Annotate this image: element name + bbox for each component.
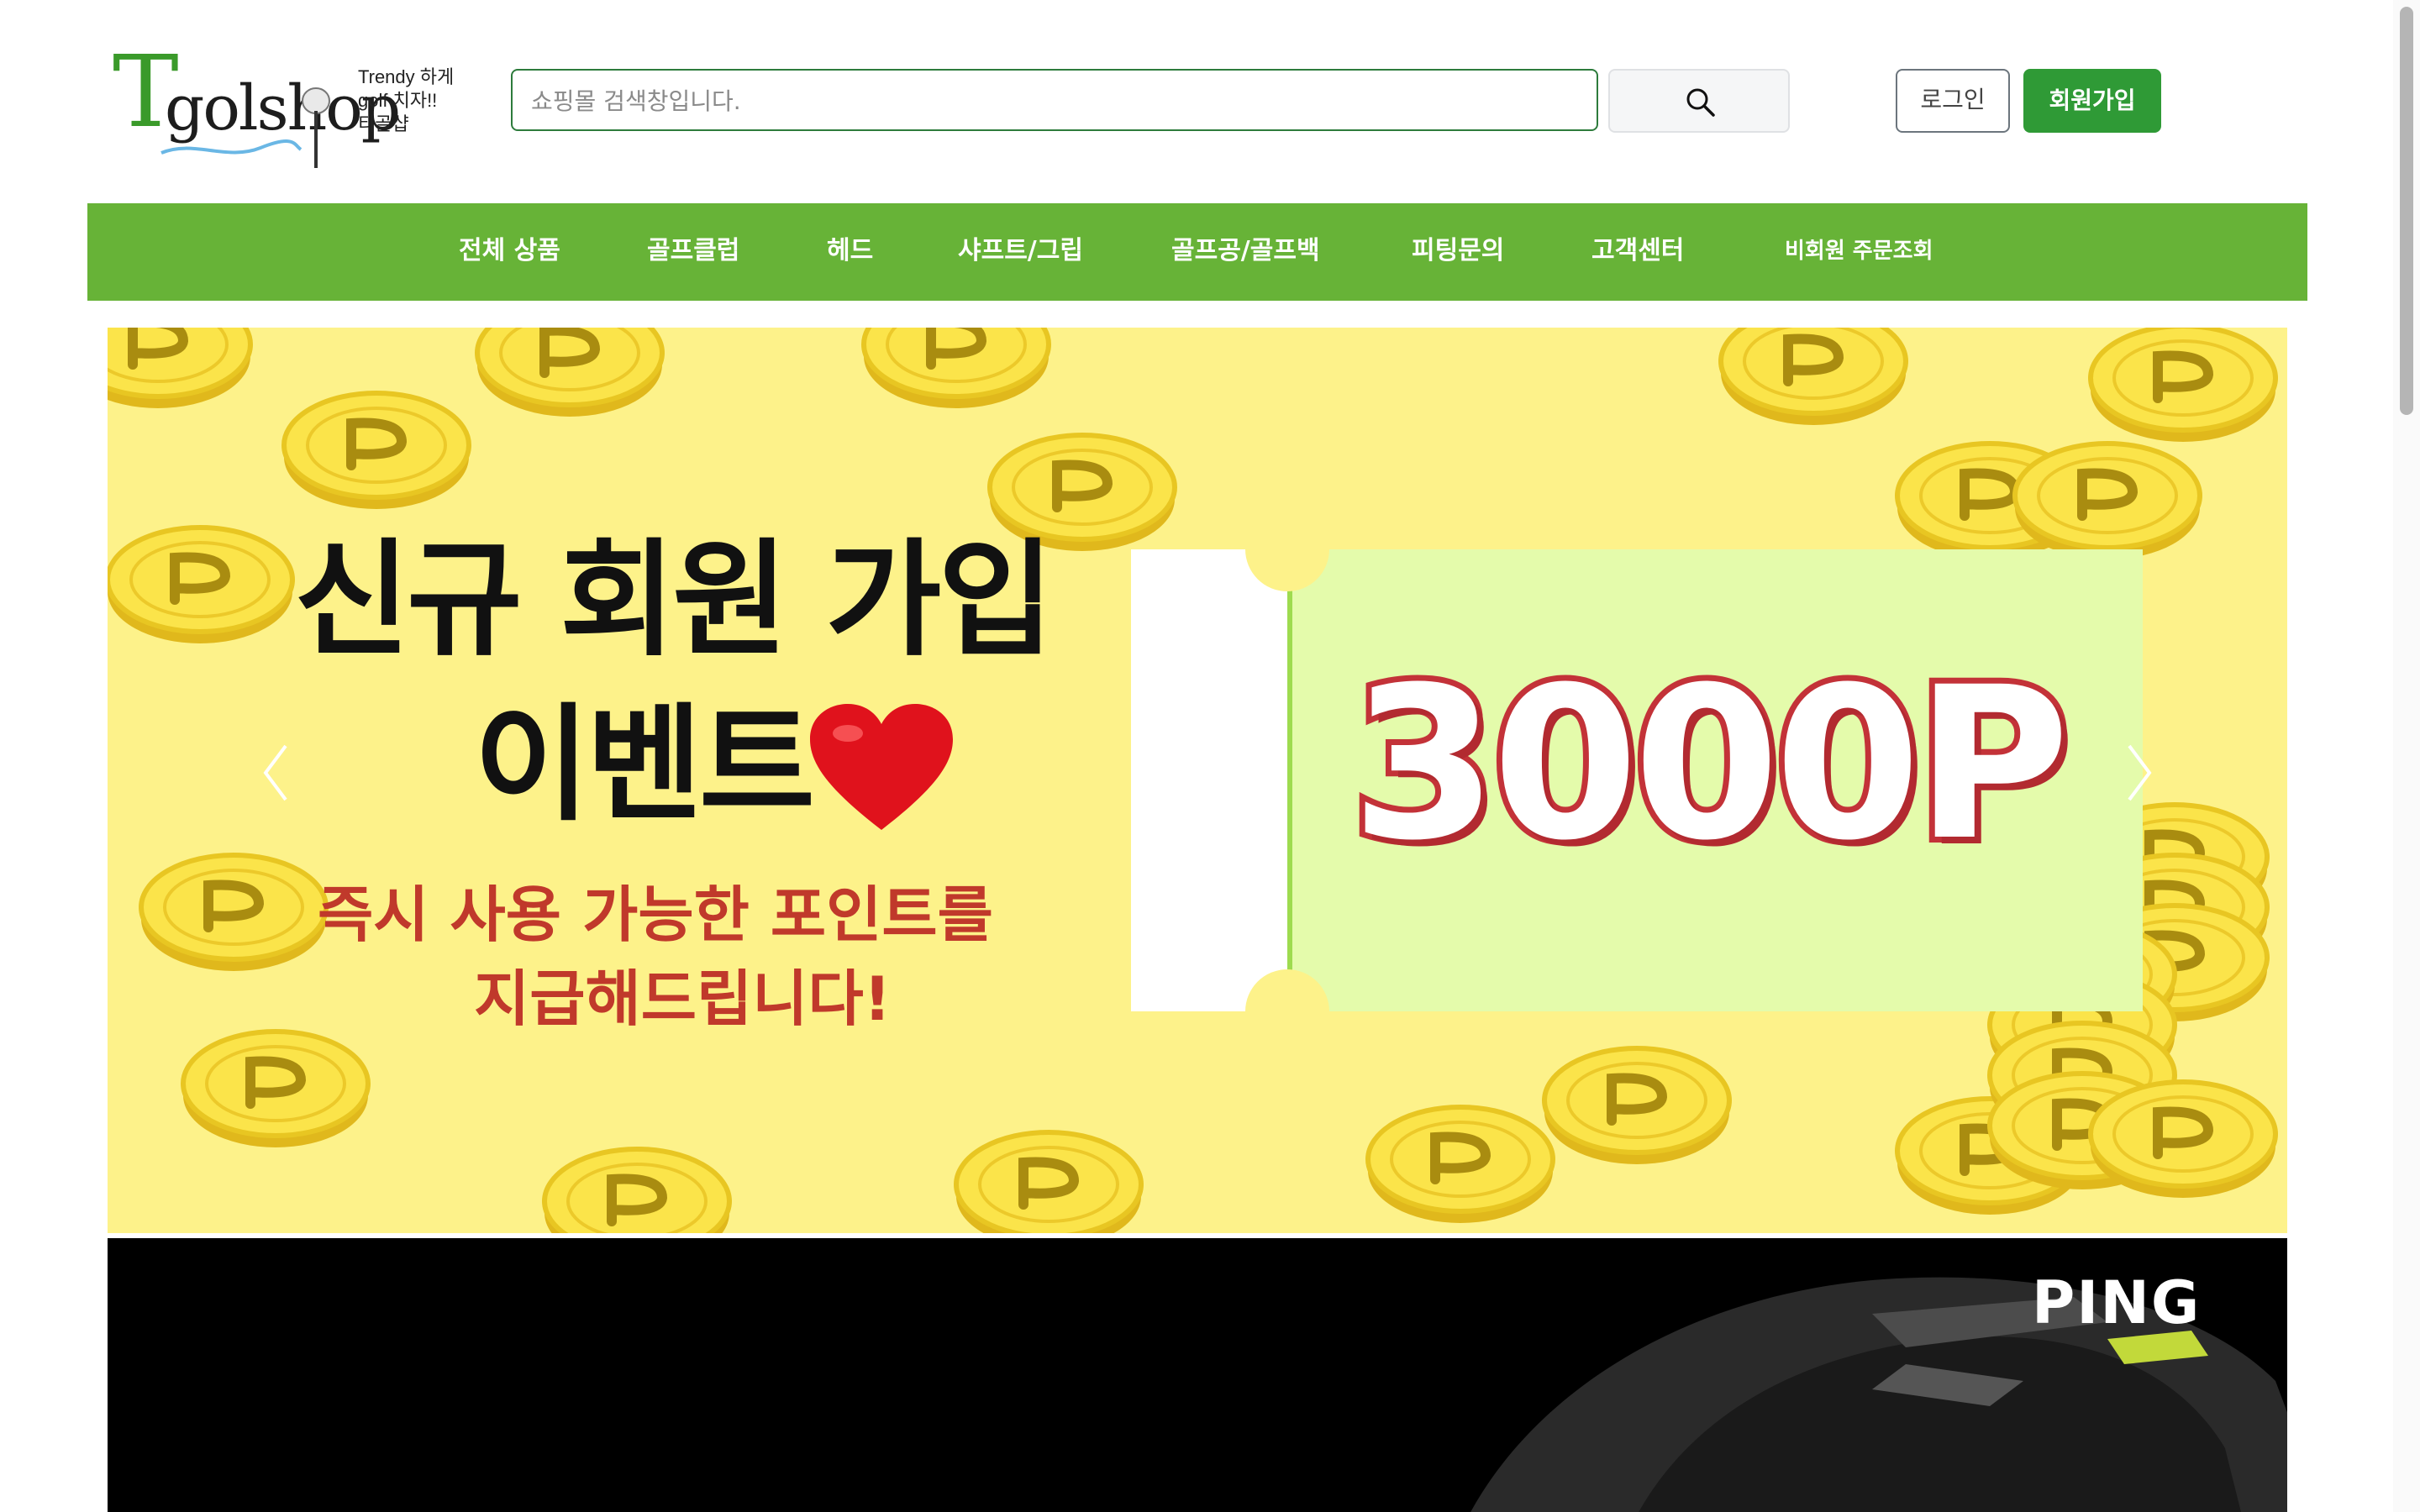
ticket-notch [1245, 507, 1329, 591]
logo-mark: T golshop [113, 42, 401, 168]
chevron-left-icon[interactable] [259, 739, 292, 806]
nav-item-balls-bags[interactable]: 골프공/골프백 [1171, 203, 1320, 301]
ticket-notch [1245, 969, 1329, 1053]
nav-item-shaft-grip[interactable]: 샤프트/그립 [958, 203, 1083, 301]
search-input[interactable] [529, 71, 1575, 131]
banner-headline: 신규 회원 가입 [294, 528, 1054, 674]
nav-item-guest-order[interactable]: 비회원 주문조회 [1785, 203, 1933, 301]
signup-button[interactable]: 회원가입 [2023, 69, 2161, 133]
banner-headline-event: 이벤트 [474, 692, 815, 838]
page-scrollbar[interactable] [2393, 0, 2420, 1512]
nav-item-all-products[interactable]: 전체 상품 [459, 203, 560, 301]
site-logo[interactable]: T golshop Trendy 하게 golf 치자!! 티골샵 [113, 42, 457, 168]
wave-icon [160, 139, 302, 155]
tagline-line: 티골샵 [358, 113, 409, 134]
search-button[interactable] [1608, 69, 1790, 133]
search-box [511, 69, 1598, 131]
brand-logo: PING [2032, 1268, 2202, 1337]
points-amount: 3000P [1345, 642, 2075, 886]
logo-tagline: Trendy 하게 golf 치자!! 티골샵 [358, 66, 454, 136]
nav-item-fitting[interactable]: 피팅문의 [1412, 203, 1504, 301]
nav-item-customer-center[interactable]: 고객센터 [1591, 203, 1684, 301]
banner-subtext: 즉시 사용 가능한 포인트를 [318, 879, 993, 950]
promo-banner[interactable]: 신규 회원 가입 이벤트 즉시 사용 가능한 포인트를 지급해드립니다! 300… [108, 328, 2287, 1233]
tagline-line: golf 치자!! [358, 90, 438, 111]
ping-banner[interactable]: PING [108, 1238, 2287, 1512]
nav-item-golf-clubs[interactable]: 골프클럽 [647, 203, 739, 301]
tagline-line: Trendy 하게 [358, 66, 455, 87]
search-icon [1686, 88, 1715, 117]
golf-club-icon [302, 87, 330, 168]
heart-icon [810, 704, 953, 830]
chevron-right-icon[interactable] [2123, 739, 2156, 806]
ticket-stub [1131, 549, 1287, 1011]
main-nav: 전체 상품 골프클럽 헤드 샤프트/그립 골프공/골프백 피팅문의 고객센터 비… [87, 203, 2307, 301]
scrollbar-thumb[interactable] [2400, 7, 2413, 415]
login-button[interactable]: 로그인 [1896, 69, 2010, 133]
nav-item-heads[interactable]: 헤드 [827, 203, 873, 301]
banner-subtext: 지급해드립니다! [474, 963, 892, 1034]
